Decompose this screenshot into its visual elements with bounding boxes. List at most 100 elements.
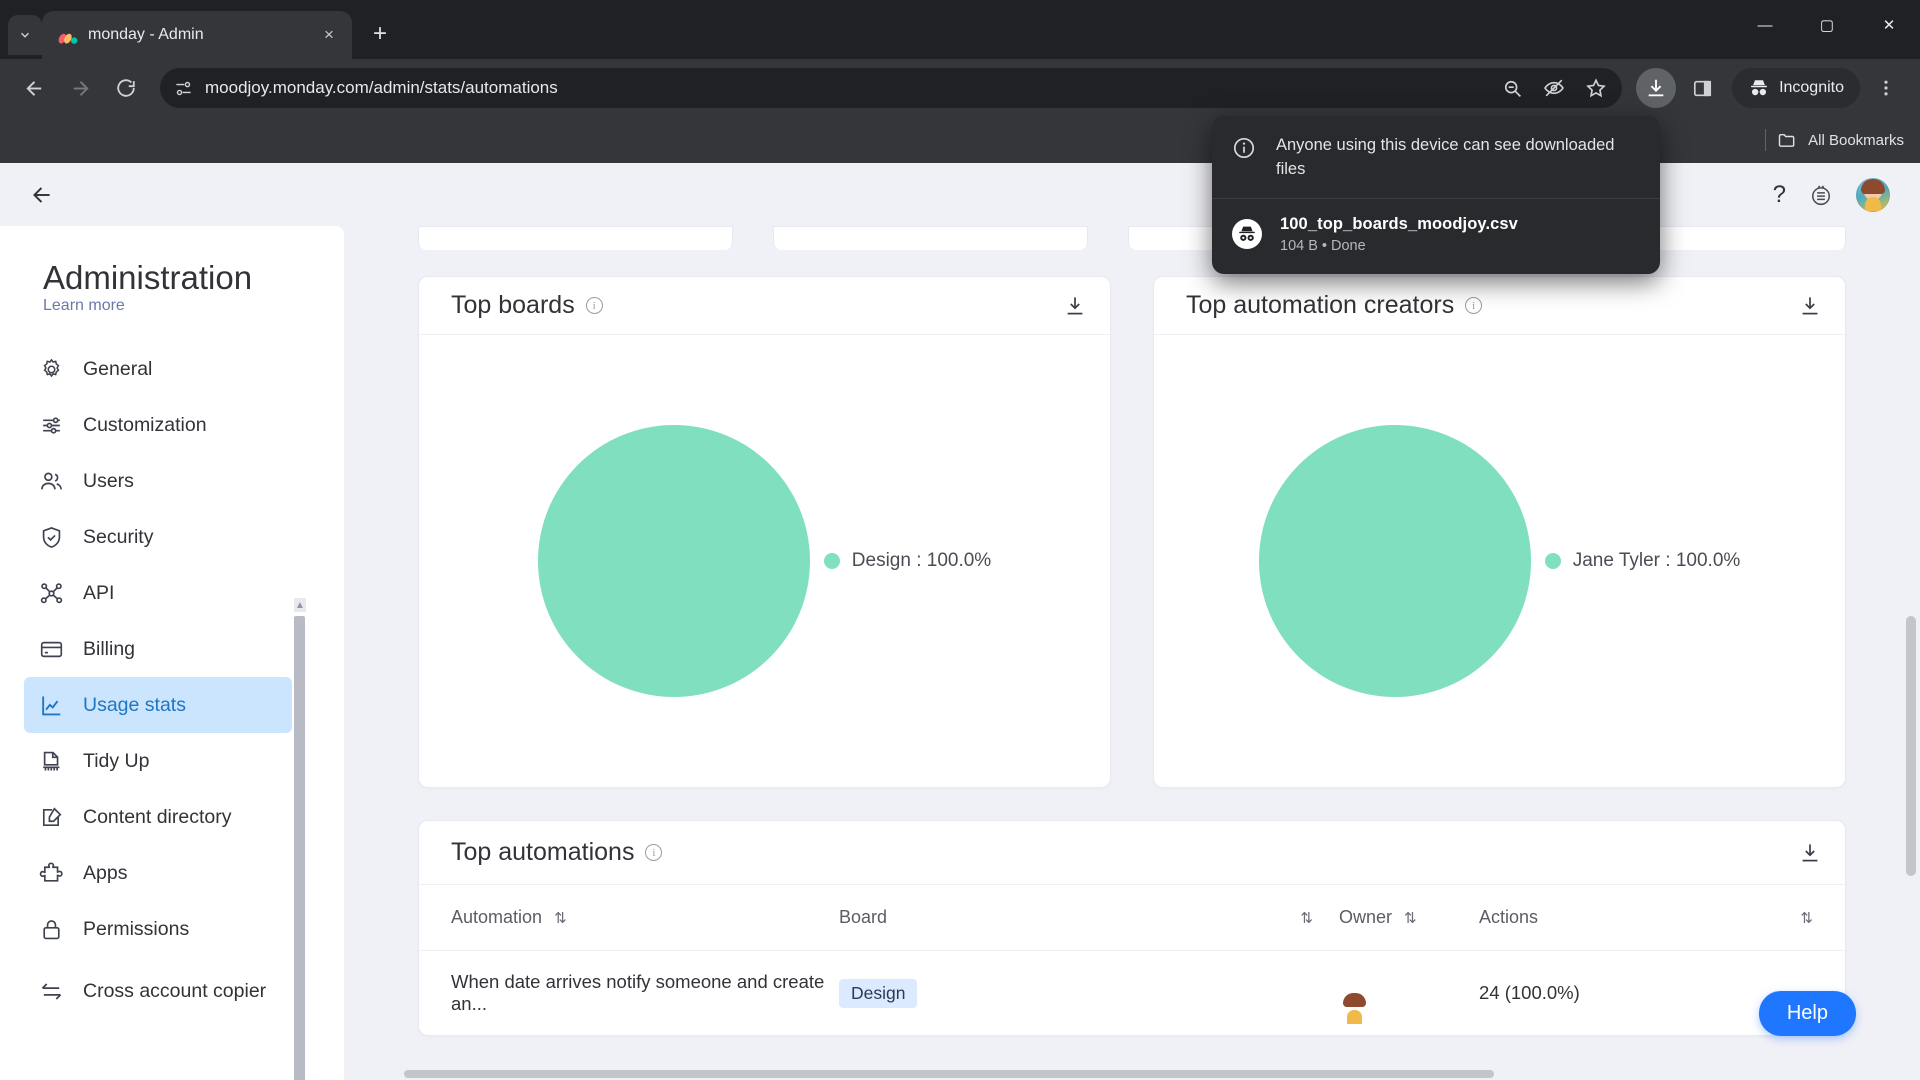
sidebar-item-api[interactable]: API — [24, 565, 292, 621]
sidebar-item-label: Content directory — [83, 805, 232, 828]
avatar[interactable] — [1856, 177, 1890, 212]
sidebar-item-label: API — [83, 581, 115, 604]
sidebar-scrollbar[interactable]: ▲ ▼ — [294, 598, 306, 1080]
incognito-icon — [1748, 77, 1770, 99]
cell-owner — [1339, 951, 1479, 1036]
download-icon[interactable] — [1636, 68, 1677, 108]
horizontal-scroll-thumb[interactable] — [404, 1070, 1494, 1078]
help-question-icon[interactable]: ? — [1773, 181, 1786, 209]
page-scroll-thumb[interactable] — [1906, 616, 1916, 876]
info-icon[interactable]: i — [585, 297, 603, 314]
cell-automation: When date arrives notify someone and cre… — [451, 971, 825, 1014]
cut-off-card — [773, 226, 1088, 250]
sort-updown-icon[interactable]: ⇅ — [1404, 909, 1417, 927]
sidebar-item-permissions[interactable]: Permissions — [24, 901, 292, 957]
address-bar[interactable]: moodjoy.monday.com/admin/stats/automatio… — [160, 68, 1623, 108]
card-header: Top automation creators i — [1154, 277, 1845, 335]
zoom-out-icon[interactable] — [1492, 68, 1532, 108]
column-header-automation[interactable]: Automation ⇅ — [419, 885, 839, 951]
pie-chart-top-boards[interactable] — [537, 425, 810, 697]
download-icon[interactable] — [1062, 293, 1088, 319]
downloads-notice-text: Anyone using this device can see downloa… — [1276, 136, 1615, 178]
sort-updown-icon[interactable]: ⇅ — [554, 909, 567, 927]
download-item-info: 100_top_boards_moodjoy.csv 104 B • Done — [1280, 215, 1518, 254]
profile-incognito-button[interactable]: Incognito — [1732, 68, 1860, 108]
back-icon[interactable] — [14, 68, 54, 108]
admin-sidebar: Administration Learn more General Custom… — [0, 226, 344, 1080]
transfer-arrows-icon — [38, 978, 64, 1004]
users-icon — [38, 468, 64, 494]
page-scrollbar[interactable] — [1904, 226, 1918, 1080]
all-bookmarks-entry[interactable]: All Bookmarks — [1765, 129, 1904, 151]
card-title: Top boards — [451, 291, 575, 319]
close-window-button[interactable]: ✕ — [1858, 0, 1920, 50]
download-icon[interactable] — [1797, 840, 1823, 866]
automations-table: Automation ⇅ Board ⇅ Owner ⇅ Actions ⇅ W… — [419, 885, 1845, 1035]
sidebar-item-billing[interactable]: Billing — [24, 621, 292, 677]
tab-strip: monday - Admin × + — ▢ ✕ — [0, 0, 1920, 59]
sliders-icon — [38, 412, 64, 438]
scroll-up-arrow-icon[interactable]: ▲ — [294, 598, 306, 612]
column-header-board[interactable]: Board ⇅ — [839, 885, 1339, 951]
info-icon[interactable]: i — [645, 844, 663, 861]
doc-pencil-icon — [38, 804, 64, 830]
top-automations-card: Top automations i Automation ⇅ Board ⇅ O… — [418, 820, 1846, 1036]
sidebar-item-tidy-up[interactable]: Tidy Up — [24, 733, 292, 789]
omnibox-actions — [1492, 68, 1616, 108]
reload-icon[interactable] — [106, 68, 146, 108]
chart-legend: Jane Tyler : 100.0% — [1544, 550, 1740, 572]
side-panel-icon[interactable] — [1682, 68, 1722, 108]
close-icon[interactable]: × — [316, 22, 342, 48]
pie-chart-top-creators[interactable] — [1258, 425, 1531, 697]
card-body: Jane Tyler : 100.0% — [1154, 335, 1845, 787]
sidebar-scroll-thumb[interactable] — [294, 616, 305, 1080]
lock-icon — [38, 916, 64, 942]
maximize-button[interactable]: ▢ — [1796, 0, 1858, 50]
table-row[interactable]: When date arrives notify someone and cre… — [419, 951, 1845, 1036]
sidebar-item-general[interactable]: General — [24, 341, 292, 397]
credit-card-icon — [38, 636, 64, 662]
download-item[interactable]: 100_top_boards_moodjoy.csv 104 B • Done — [1212, 199, 1660, 272]
column-header-actions[interactable]: Actions ⇅ — [1479, 885, 1845, 951]
sidebar-item-customization[interactable]: Customization — [24, 397, 292, 453]
tab-search-chevron-icon[interactable] — [8, 15, 42, 55]
card-header: Top automations i — [419, 821, 1845, 885]
sidebar-item-content-directory[interactable]: Content directory — [24, 789, 292, 845]
kebab-menu-icon[interactable] — [1866, 68, 1906, 108]
sidebar-item-label: General — [83, 357, 153, 380]
sidebar-item-label: Usage stats — [83, 693, 186, 716]
horizontal-scrollbar[interactable] — [344, 1069, 1906, 1080]
column-label: Board — [839, 907, 888, 927]
learn-more-link[interactable]: Learn more — [0, 285, 125, 314]
chart-legend: Design : 100.0% — [823, 550, 991, 572]
tracking-protection-icon[interactable] — [1534, 68, 1574, 108]
sort-updown-icon[interactable]: ⇅ — [1300, 909, 1313, 927]
stats-scroll-content: Top boards i Design : 100.0% Top automat… — [368, 226, 1896, 1036]
sidebar-item-label: Apps — [83, 861, 128, 884]
sidebar-item-usage-stats[interactable]: Usage stats — [24, 677, 292, 733]
minimize-button[interactable]: — — [1734, 0, 1796, 50]
downloads-privacy-notice: Anyone using this device can see downloa… — [1212, 120, 1660, 198]
sidebar-item-security[interactable]: Security — [24, 509, 292, 565]
site-settings-icon[interactable] — [174, 79, 193, 98]
sidebar-item-apps[interactable]: Apps — [24, 845, 292, 901]
board-chip[interactable]: Design — [839, 978, 918, 1008]
download-icon[interactable] — [1797, 293, 1823, 319]
monday-doc-icon[interactable] — [1808, 182, 1834, 208]
page-back-button[interactable] — [22, 175, 62, 215]
browser-tab[interactable]: monday - Admin × — [42, 11, 352, 59]
bookmark-star-icon[interactable] — [1576, 68, 1616, 108]
info-icon[interactable]: i — [1465, 297, 1483, 314]
forward-icon[interactable] — [60, 68, 100, 108]
column-header-owner[interactable]: Owner ⇅ — [1339, 885, 1479, 951]
new-tab-button[interactable]: + — [360, 14, 400, 54]
monday-logo-icon — [58, 25, 78, 45]
browser-window: monday - Admin × + — ▢ ✕ moodjoy.monday.… — [0, 0, 1920, 1080]
help-button[interactable]: Help — [1758, 991, 1856, 1036]
browser-toolbar: moodjoy.monday.com/admin/stats/automatio… — [0, 59, 1920, 117]
sidebar-item-cross-account-copier[interactable]: Cross account copier — [24, 957, 292, 1025]
sort-updown-icon[interactable]: ⇅ — [1800, 909, 1813, 927]
legend-color-dot — [1544, 553, 1561, 569]
stats-main-area: Top boards i Design : 100.0% Top automat… — [344, 226, 1920, 1080]
sidebar-item-users[interactable]: Users — [24, 453, 292, 509]
